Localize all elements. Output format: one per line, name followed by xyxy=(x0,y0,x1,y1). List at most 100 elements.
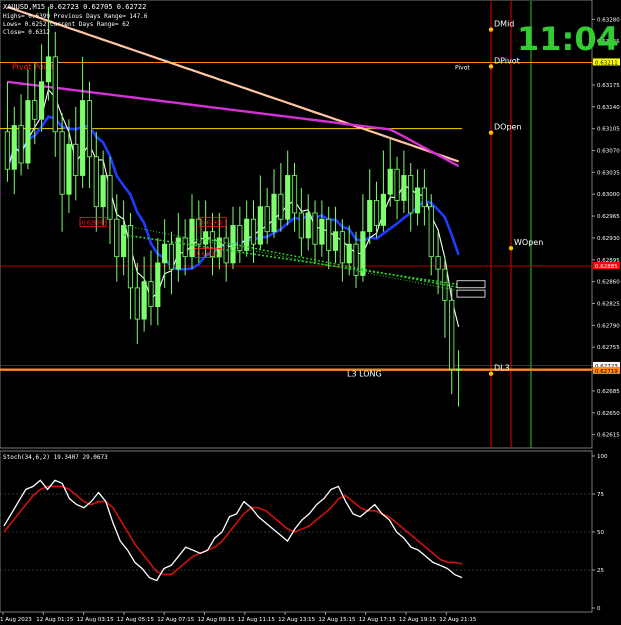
level-marker-label: WOpen xyxy=(514,238,543,247)
candle xyxy=(373,200,380,226)
price-tick-label: 0.62860 xyxy=(597,280,620,286)
price-box-label-2: 0.62930 xyxy=(197,252,218,258)
pivot-right-label: Pivot xyxy=(455,64,470,71)
candle xyxy=(449,299,455,370)
candle xyxy=(237,225,243,251)
candle xyxy=(66,143,72,195)
candle xyxy=(4,131,11,170)
time-tick-label: 12 Aug 05:15 xyxy=(117,617,155,623)
price-tick-label: 0.62755 xyxy=(597,345,620,351)
price-tag-label: 0.63211 xyxy=(595,60,618,66)
candle xyxy=(155,262,161,308)
level-marker-label: DPivot xyxy=(494,56,520,65)
time-tick-label: 12 Aug 15:15 xyxy=(318,617,356,623)
candle xyxy=(11,125,17,170)
candle xyxy=(271,193,277,233)
level-marker-dot xyxy=(488,371,494,376)
candle xyxy=(148,281,154,308)
time-tick-label: 12 Aug 03:15 xyxy=(77,617,115,623)
price-tick-label: 0.62930 xyxy=(597,236,620,242)
candle xyxy=(326,218,332,251)
candle xyxy=(394,168,400,201)
stoch-tick-label: 50 xyxy=(597,530,604,536)
price-tick-label: 0.62965 xyxy=(597,214,620,220)
candle xyxy=(114,218,120,258)
candle xyxy=(250,218,257,245)
info-line-1: Highs= 0.6399 Previous Days Range= 147.6 xyxy=(3,13,148,20)
candle xyxy=(134,287,140,320)
candle xyxy=(319,218,325,245)
time-tick-label: 12 Aug 07:15 xyxy=(157,617,195,623)
candle xyxy=(59,131,65,195)
candle xyxy=(367,200,373,233)
info-line-3: Close= 0.6312 xyxy=(3,29,50,36)
candle xyxy=(257,206,263,245)
candle xyxy=(182,237,188,258)
level-marker-dot xyxy=(488,130,494,135)
candle xyxy=(121,225,127,258)
l3-long-label: L3 LONG xyxy=(347,370,382,379)
candle xyxy=(203,231,209,245)
candle xyxy=(401,175,407,201)
time-tick-label: 1 Aug 2023 xyxy=(0,617,32,623)
candle xyxy=(86,100,93,158)
candle xyxy=(107,175,113,220)
ohlc-values: 0.62723 0.62705 0.62722 xyxy=(49,3,146,11)
price-tick-label: 0.62650 xyxy=(597,411,620,417)
candle xyxy=(80,100,86,176)
candle xyxy=(428,206,434,258)
time-tick-label: 12 Aug 17:15 xyxy=(359,617,397,623)
time-tick-label: 12 Aug 01:15 xyxy=(36,617,74,623)
level-marker-label: DMid xyxy=(494,20,514,29)
candle xyxy=(312,212,318,245)
candle xyxy=(73,143,79,176)
price-tick-label: 0.62685 xyxy=(597,389,620,395)
chart-background xyxy=(0,0,621,625)
stoch-tick-label: 100 xyxy=(597,454,608,460)
price-tick-label: 0.63070 xyxy=(597,149,620,155)
candle xyxy=(353,243,359,276)
candle xyxy=(93,156,99,208)
candle xyxy=(39,81,45,120)
candle xyxy=(346,243,352,264)
price-tick-label: 0.62790 xyxy=(597,323,620,329)
time-tick-label: 12 Aug 13:15 xyxy=(278,617,316,623)
candle xyxy=(52,56,58,133)
candle xyxy=(32,100,38,120)
price-tag-label: 0.62885 xyxy=(595,264,618,270)
candle xyxy=(332,231,339,251)
level-marker-label: DOpen xyxy=(494,123,522,132)
candle xyxy=(278,193,284,220)
time-tick-label: 12 Aug 19:15 xyxy=(399,617,437,623)
time-tick-label: 12 Aug 09:15 xyxy=(198,617,236,623)
price-tick-label: 0.62615 xyxy=(597,433,620,439)
level-marker-dot xyxy=(488,27,494,32)
candle xyxy=(162,243,168,264)
price-tick-label: 0.63000 xyxy=(597,192,620,198)
clock: 11:04 xyxy=(517,20,619,58)
price-box-label-1: 0.62900 xyxy=(202,220,223,226)
candle xyxy=(291,175,298,214)
trading-chart[interactable]: Pivot Point PivotL3 LONG 0.62900 0.629000.… xyxy=(0,0,621,625)
candle xyxy=(414,187,421,214)
candle xyxy=(435,256,441,270)
price-tick-label: 0.63140 xyxy=(597,105,620,111)
marker-box-1 xyxy=(456,289,486,298)
candle xyxy=(285,175,291,220)
time-tick-label: 12 Aug 21:15 xyxy=(439,617,477,623)
candle xyxy=(189,218,195,258)
time-tick-label: 12 Aug 11:15 xyxy=(238,617,276,623)
candle xyxy=(25,100,31,164)
price-box-label-0: 0.62900 xyxy=(82,220,103,226)
candle xyxy=(244,218,250,251)
candle xyxy=(305,212,311,239)
price-tick-label: 0.63105 xyxy=(597,127,620,133)
stoch-tick-label: 75 xyxy=(597,492,604,498)
candle xyxy=(387,168,393,195)
candle xyxy=(408,175,414,214)
candle xyxy=(18,125,24,164)
symbol-timeframe: XAUUSD,M15 xyxy=(3,3,45,11)
candle xyxy=(421,187,427,208)
price-tick-label: 0.62825 xyxy=(597,301,620,307)
symbol-label: XAUUSD,M15 0.62723 0.62705 0.62722 xyxy=(3,3,146,11)
